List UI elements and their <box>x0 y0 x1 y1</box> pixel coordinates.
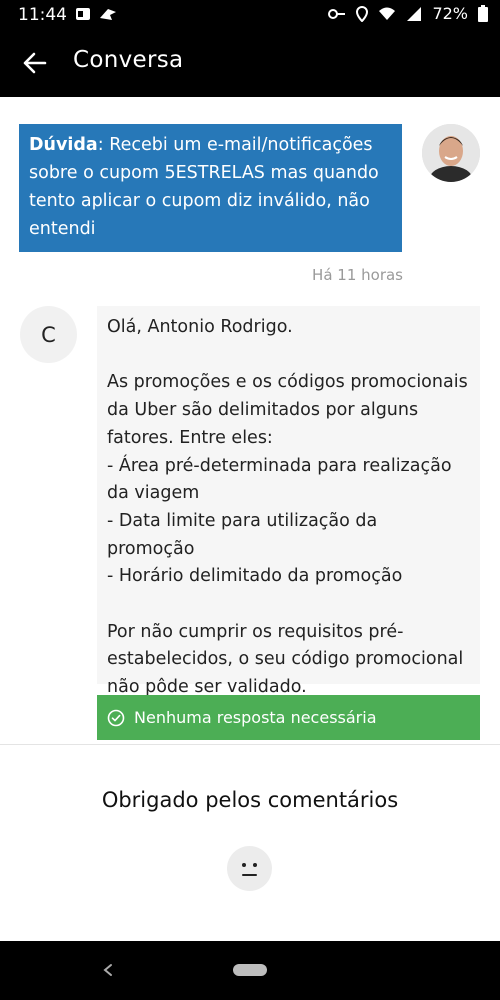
home-pill[interactable] <box>233 964 267 976</box>
notification-icons <box>75 6 117 22</box>
feedback-message: Obrigado pelos comentários <box>101 788 399 812</box>
battery-percent: 72% <box>432 4 468 23</box>
wifi-icon <box>379 7 396 20</box>
agent-intro: As promoções e os códigos promocionais d… <box>107 372 468 448</box>
status-time: 11:44 <box>18 5 67 25</box>
outlook-icon <box>76 8 90 20</box>
user-avatar <box>422 124 480 182</box>
bird-icon <box>100 9 116 20</box>
no-reply-text: Nenhuma resposta necessária <box>134 708 377 727</box>
nav-back-icon[interactable] <box>102 963 114 977</box>
agent-avatar: C <box>20 306 77 363</box>
check-circle-icon <box>107 709 125 726</box>
location-icon <box>356 5 369 22</box>
back-arrow-icon[interactable] <box>22 50 48 76</box>
battery-icon <box>478 5 488 22</box>
app-bar: Conversa <box>0 30 500 97</box>
agent-initial: C <box>41 322 56 347</box>
agent-list-item: - Horário delimitado da promoção <box>107 566 403 587</box>
page-title: Conversa <box>73 47 184 73</box>
agent-list-item: - Área pré-determinada para realização d… <box>107 455 452 504</box>
system-nav-bar <box>0 941 500 1000</box>
agent-message-bubble: Olá, Antonio Rodrigo. As promoções e os … <box>97 306 480 697</box>
agent-list-item: - Data limite para utilização da promoçã… <box>107 510 378 559</box>
message-timestamp: Há 11 horas <box>312 266 403 284</box>
agent-closing: Por não cumprir os requisitos pré-estabe… <box>107 621 464 698</box>
system-icons: 72% <box>328 4 488 23</box>
no-reply-banner: Nenhuma resposta necessária <box>97 695 480 740</box>
status-bar: 11:44 72% <box>0 0 500 30</box>
user-message-bubble: Dúvida: Recebi um e-mail/notificações so… <box>19 124 402 252</box>
divider <box>0 744 500 745</box>
agent-greeting: Olá, Antonio Rodrigo. <box>107 317 293 337</box>
message-label: Dúvida <box>29 135 98 155</box>
signal-icon <box>407 6 422 21</box>
neutral-face-icon[interactable] <box>227 846 272 891</box>
key-icon <box>328 8 346 19</box>
